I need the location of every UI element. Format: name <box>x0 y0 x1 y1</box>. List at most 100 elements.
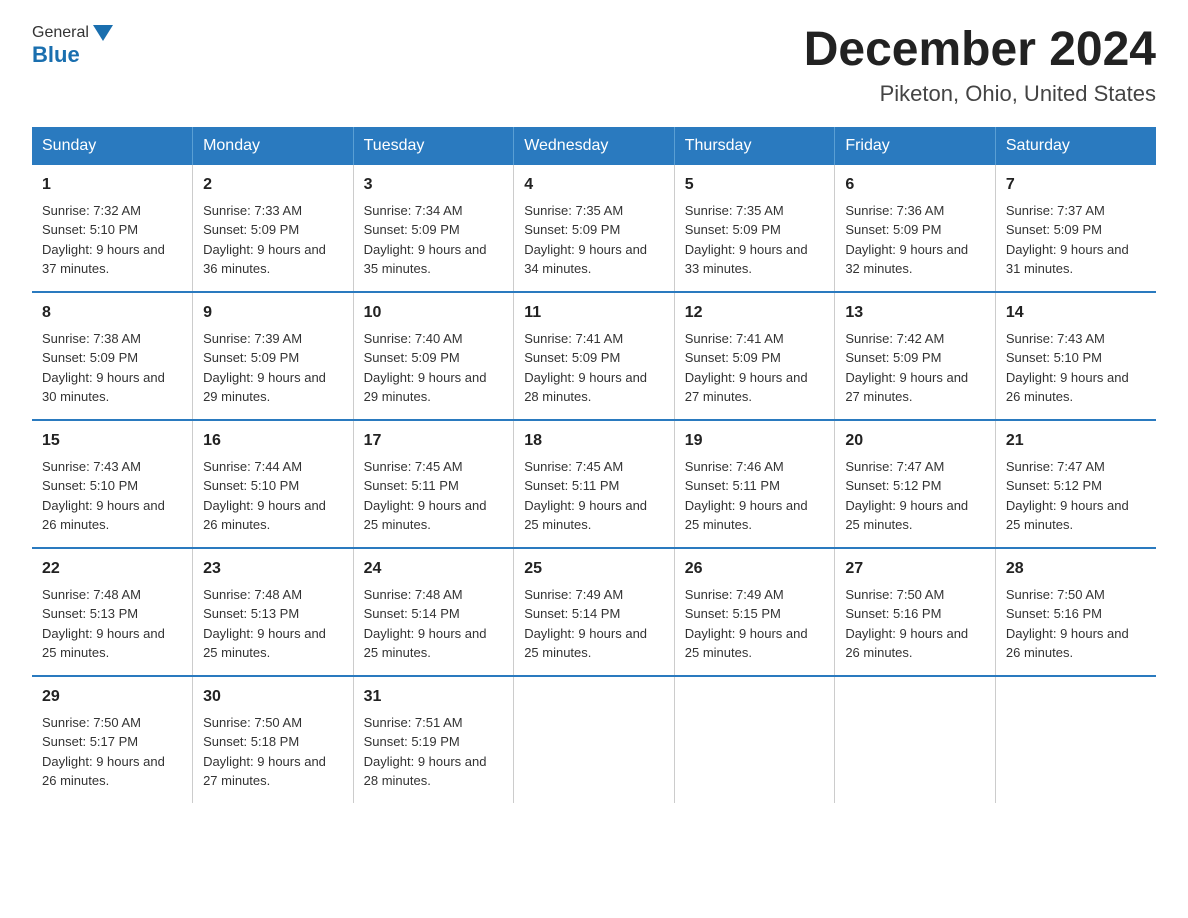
day-cell: 17 Sunrise: 7:45 AM Sunset: 5:11 PM Dayl… <box>353 420 514 548</box>
day-cell: 24 Sunrise: 7:48 AM Sunset: 5:14 PM Dayl… <box>353 548 514 676</box>
day-sunrise: Sunrise: 7:37 AM <box>1006 203 1105 218</box>
header-sunday: Sunday <box>32 127 193 165</box>
week-row-3: 15 Sunrise: 7:43 AM Sunset: 5:10 PM Dayl… <box>32 420 1156 548</box>
day-daylight: Daylight: 9 hours and 26 minutes. <box>203 498 326 533</box>
day-sunset: Sunset: 5:11 PM <box>524 478 619 493</box>
day-number: 2 <box>203 173 343 197</box>
day-sunset: Sunset: 5:09 PM <box>203 350 299 365</box>
day-daylight: Daylight: 9 hours and 30 minutes. <box>42 370 165 405</box>
day-cell: 3 Sunrise: 7:34 AM Sunset: 5:09 PM Dayli… <box>353 165 514 292</box>
day-cell: 20 Sunrise: 7:47 AM Sunset: 5:12 PM Dayl… <box>835 420 996 548</box>
day-number: 20 <box>845 429 985 453</box>
day-number: 19 <box>685 429 825 453</box>
day-daylight: Daylight: 9 hours and 26 minutes. <box>42 498 165 533</box>
day-sunset: Sunset: 5:16 PM <box>845 606 941 621</box>
day-sunset: Sunset: 5:13 PM <box>203 606 299 621</box>
day-number: 4 <box>524 173 664 197</box>
day-sunrise: Sunrise: 7:36 AM <box>845 203 944 218</box>
day-sunrise: Sunrise: 7:35 AM <box>524 203 623 218</box>
day-cell <box>514 676 675 803</box>
day-sunrise: Sunrise: 7:47 AM <box>845 459 944 474</box>
day-daylight: Daylight: 9 hours and 25 minutes. <box>364 498 487 533</box>
day-sunset: Sunset: 5:18 PM <box>203 734 299 749</box>
day-sunset: Sunset: 5:12 PM <box>845 478 941 493</box>
day-number: 26 <box>685 557 825 581</box>
day-daylight: Daylight: 9 hours and 25 minutes. <box>203 626 326 661</box>
day-cell: 30 Sunrise: 7:50 AM Sunset: 5:18 PM Dayl… <box>193 676 354 803</box>
day-sunset: Sunset: 5:09 PM <box>42 350 138 365</box>
day-sunset: Sunset: 5:09 PM <box>685 350 781 365</box>
day-sunset: Sunset: 5:14 PM <box>364 606 460 621</box>
day-daylight: Daylight: 9 hours and 28 minutes. <box>364 754 487 789</box>
day-cell: 2 Sunrise: 7:33 AM Sunset: 5:09 PM Dayli… <box>193 165 354 292</box>
day-sunset: Sunset: 5:09 PM <box>364 222 460 237</box>
day-sunrise: Sunrise: 7:48 AM <box>364 587 463 602</box>
day-daylight: Daylight: 9 hours and 25 minutes. <box>524 498 647 533</box>
day-daylight: Daylight: 9 hours and 27 minutes. <box>203 754 326 789</box>
day-cell: 12 Sunrise: 7:41 AM Sunset: 5:09 PM Dayl… <box>674 292 835 420</box>
day-sunset: Sunset: 5:09 PM <box>1006 222 1102 237</box>
day-cell: 1 Sunrise: 7:32 AM Sunset: 5:10 PM Dayli… <box>32 165 193 292</box>
week-row-5: 29 Sunrise: 7:50 AM Sunset: 5:17 PM Dayl… <box>32 676 1156 803</box>
day-cell: 18 Sunrise: 7:45 AM Sunset: 5:11 PM Dayl… <box>514 420 675 548</box>
day-daylight: Daylight: 9 hours and 26 minutes. <box>1006 370 1129 405</box>
day-number: 5 <box>685 173 825 197</box>
day-sunrise: Sunrise: 7:35 AM <box>685 203 784 218</box>
day-cell: 13 Sunrise: 7:42 AM Sunset: 5:09 PM Dayl… <box>835 292 996 420</box>
day-sunset: Sunset: 5:09 PM <box>845 222 941 237</box>
week-row-4: 22 Sunrise: 7:48 AM Sunset: 5:13 PM Dayl… <box>32 548 1156 676</box>
day-cell: 4 Sunrise: 7:35 AM Sunset: 5:09 PM Dayli… <box>514 165 675 292</box>
day-number: 31 <box>364 685 504 709</box>
day-daylight: Daylight: 9 hours and 27 minutes. <box>685 370 808 405</box>
day-cell: 31 Sunrise: 7:51 AM Sunset: 5:19 PM Dayl… <box>353 676 514 803</box>
day-number: 30 <box>203 685 343 709</box>
day-cell: 15 Sunrise: 7:43 AM Sunset: 5:10 PM Dayl… <box>32 420 193 548</box>
day-daylight: Daylight: 9 hours and 25 minutes. <box>42 626 165 661</box>
day-sunrise: Sunrise: 7:48 AM <box>203 587 302 602</box>
day-sunset: Sunset: 5:10 PM <box>1006 350 1102 365</box>
day-daylight: Daylight: 9 hours and 25 minutes. <box>685 626 808 661</box>
day-sunset: Sunset: 5:09 PM <box>845 350 941 365</box>
day-sunrise: Sunrise: 7:49 AM <box>685 587 784 602</box>
day-sunset: Sunset: 5:12 PM <box>1006 478 1102 493</box>
day-sunrise: Sunrise: 7:41 AM <box>685 331 784 346</box>
day-sunset: Sunset: 5:09 PM <box>524 350 620 365</box>
day-number: 8 <box>42 301 182 325</box>
day-sunrise: Sunrise: 7:38 AM <box>42 331 141 346</box>
day-sunrise: Sunrise: 7:34 AM <box>364 203 463 218</box>
page-header: General Blue December 2024 Piketon, Ohio… <box>32 24 1156 107</box>
day-sunrise: Sunrise: 7:50 AM <box>42 715 141 730</box>
day-sunset: Sunset: 5:09 PM <box>203 222 299 237</box>
day-daylight: Daylight: 9 hours and 29 minutes. <box>203 370 326 405</box>
day-sunrise: Sunrise: 7:42 AM <box>845 331 944 346</box>
day-number: 17 <box>364 429 504 453</box>
day-cell: 23 Sunrise: 7:48 AM Sunset: 5:13 PM Dayl… <box>193 548 354 676</box>
day-number: 21 <box>1006 429 1146 453</box>
day-number: 18 <box>524 429 664 453</box>
day-sunrise: Sunrise: 7:47 AM <box>1006 459 1105 474</box>
header-monday: Monday <box>193 127 354 165</box>
day-daylight: Daylight: 9 hours and 26 minutes. <box>845 626 968 661</box>
day-daylight: Daylight: 9 hours and 27 minutes. <box>845 370 968 405</box>
day-cell: 6 Sunrise: 7:36 AM Sunset: 5:09 PM Dayli… <box>835 165 996 292</box>
day-daylight: Daylight: 9 hours and 26 minutes. <box>1006 626 1129 661</box>
day-number: 14 <box>1006 301 1146 325</box>
day-number: 12 <box>685 301 825 325</box>
logo-arrow-icon <box>93 25 113 41</box>
week-row-2: 8 Sunrise: 7:38 AM Sunset: 5:09 PM Dayli… <box>32 292 1156 420</box>
title-section: December 2024 Piketon, Ohio, United Stat… <box>804 24 1156 107</box>
header-thursday: Thursday <box>674 127 835 165</box>
day-sunrise: Sunrise: 7:45 AM <box>364 459 463 474</box>
day-cell: 25 Sunrise: 7:49 AM Sunset: 5:14 PM Dayl… <box>514 548 675 676</box>
day-daylight: Daylight: 9 hours and 25 minutes. <box>685 498 808 533</box>
day-cell: 5 Sunrise: 7:35 AM Sunset: 5:09 PM Dayli… <box>674 165 835 292</box>
day-sunset: Sunset: 5:09 PM <box>685 222 781 237</box>
day-cell: 14 Sunrise: 7:43 AM Sunset: 5:10 PM Dayl… <box>995 292 1156 420</box>
day-cell <box>835 676 996 803</box>
day-sunrise: Sunrise: 7:41 AM <box>524 331 623 346</box>
logo-general-text: General <box>32 24 89 42</box>
day-sunrise: Sunrise: 7:45 AM <box>524 459 623 474</box>
day-cell: 26 Sunrise: 7:49 AM Sunset: 5:15 PM Dayl… <box>674 548 835 676</box>
day-number: 15 <box>42 429 182 453</box>
day-sunset: Sunset: 5:09 PM <box>524 222 620 237</box>
